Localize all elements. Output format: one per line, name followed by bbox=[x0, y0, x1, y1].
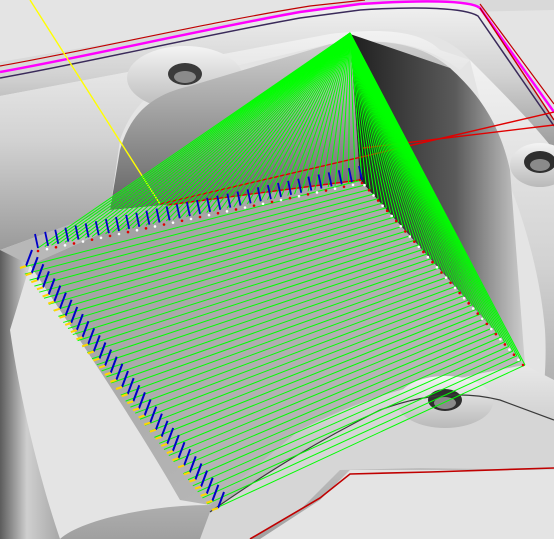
contact-dot-right bbox=[494, 332, 498, 336]
contact-dot-right bbox=[426, 255, 430, 259]
contact-dot-back bbox=[153, 225, 157, 228]
contact-dot-back bbox=[36, 249, 40, 253]
cad-3d-scene bbox=[0, 0, 554, 539]
contact-dot-back bbox=[99, 236, 103, 240]
contact-dot-right bbox=[444, 276, 448, 279]
contact-dot-back bbox=[144, 227, 148, 230]
contact-dot-back bbox=[333, 187, 337, 190]
contact-dot-back bbox=[72, 242, 76, 245]
contact-dot-back bbox=[288, 196, 292, 200]
contact-dot-right bbox=[485, 322, 489, 326]
cad-viewport[interactable] bbox=[0, 0, 554, 539]
contact-dot-right bbox=[453, 286, 457, 290]
contact-dot-right bbox=[490, 327, 493, 331]
contact-dot-back bbox=[216, 211, 220, 215]
contact-dot-right bbox=[399, 224, 403, 228]
contact-dot-back bbox=[126, 230, 130, 234]
contact-dot-right bbox=[458, 291, 461, 295]
contact-dot-right bbox=[422, 250, 425, 254]
contact-dot-right bbox=[394, 219, 398, 223]
contact-dot-right bbox=[367, 188, 371, 192]
contact-dot-back bbox=[297, 194, 301, 198]
contact-dot-back bbox=[171, 221, 175, 224]
contact-dot-back bbox=[90, 238, 94, 241]
contact-dot-right bbox=[390, 214, 393, 218]
contact-dot-right bbox=[440, 271, 443, 274]
contact-dot-right bbox=[376, 199, 380, 202]
contact-dot-right bbox=[521, 363, 525, 367]
contact-dot-right bbox=[385, 209, 389, 213]
contact-dot-back bbox=[270, 200, 274, 204]
contact-dot-back bbox=[135, 228, 139, 232]
contact-dot-right bbox=[372, 194, 375, 197]
contact-dot-back bbox=[225, 210, 229, 213]
contact-dot-right bbox=[480, 317, 484, 321]
contact-dot-back bbox=[198, 215, 202, 219]
right-boss-hole-inner bbox=[530, 159, 550, 171]
contact-dot-right bbox=[462, 296, 466, 300]
contact-dot-back bbox=[81, 240, 85, 243]
contact-dot-right bbox=[403, 230, 407, 233]
contact-dot-right bbox=[363, 183, 366, 187]
contact-dot-back bbox=[252, 204, 256, 207]
contact-dot-back bbox=[162, 223, 166, 226]
contact-dot-right bbox=[508, 348, 511, 351]
contact-dot-back bbox=[351, 183, 355, 187]
contact-dot-right bbox=[476, 312, 480, 315]
contact-dot-back bbox=[315, 191, 319, 194]
contact-dot-right bbox=[381, 204, 384, 207]
contact-dot-right bbox=[431, 260, 434, 264]
contact-dot-back bbox=[342, 185, 346, 189]
contact-dot-right bbox=[417, 245, 421, 249]
contact-dot-right bbox=[512, 353, 516, 357]
contact-dot-back bbox=[279, 198, 283, 202]
contact-dot-back bbox=[45, 247, 49, 251]
contact-dot-back bbox=[243, 206, 247, 209]
contact-dot-back bbox=[180, 219, 184, 223]
contact-dot-back bbox=[207, 213, 211, 217]
contact-dot-right bbox=[503, 343, 507, 346]
contact-dot-back bbox=[261, 202, 265, 206]
contact-dot-right bbox=[408, 235, 412, 238]
contact-dot-right bbox=[467, 302, 470, 305]
contact-dot-right bbox=[517, 358, 520, 362]
contact-dot-right bbox=[449, 281, 452, 285]
contact-dot-back bbox=[324, 189, 328, 192]
contact-dot-back bbox=[306, 193, 310, 196]
contact-dot-back bbox=[54, 245, 58, 249]
contact-dot-right bbox=[435, 266, 439, 269]
contact-dot-back bbox=[360, 181, 364, 185]
contact-dot-back bbox=[189, 217, 193, 221]
contact-dot-back bbox=[108, 234, 112, 238]
contact-dot-back bbox=[117, 232, 121, 236]
contact-dot-back bbox=[234, 208, 238, 211]
contact-dot-right bbox=[413, 240, 416, 243]
contact-dot-right bbox=[471, 307, 475, 310]
contact-dot-right bbox=[499, 338, 502, 341]
contact-dot-back bbox=[63, 244, 67, 247]
top-boss-hole-inner bbox=[174, 71, 196, 83]
